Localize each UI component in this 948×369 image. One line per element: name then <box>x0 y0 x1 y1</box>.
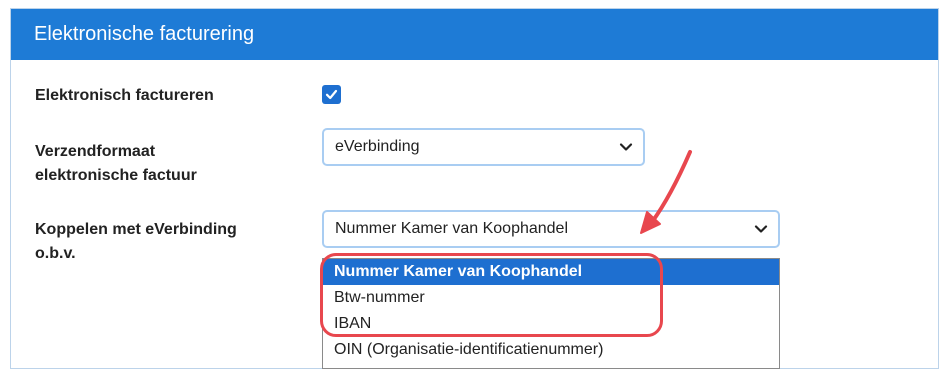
checkmark-icon <box>325 89 338 100</box>
link-by-label: Koppelen met eVerbinding o.b.v. <box>35 218 237 266</box>
chevron-down-icon <box>754 212 768 246</box>
link-by-select[interactable]: Nummer Kamer van Koophandel <box>322 210 780 248</box>
electronic-invoicing-label: Elektronisch factureren <box>35 87 214 104</box>
link-by-value: Nummer Kamer van Koophandel <box>335 220 569 237</box>
chevron-down-icon <box>619 130 633 164</box>
send-format-label: Verzendformaat elektronische factuur <box>35 140 197 188</box>
panel-title: Elektronische facturering <box>11 9 938 60</box>
send-format-label-line1: Verzendformaat <box>35 143 156 160</box>
link-by-label-line2: o.b.v. <box>35 245 76 262</box>
dropdown-option-btw[interactable]: Btw-nummer <box>323 285 779 311</box>
send-format-label-line2: elektronische factuur <box>35 167 197 184</box>
electronic-invoicing-checkbox[interactable] <box>322 85 341 104</box>
link-by-label-line1: Koppelen met eVerbinding <box>35 221 237 238</box>
send-format-select[interactable]: eVerbinding <box>322 128 645 166</box>
dropdown-option-iban[interactable]: IBAN <box>323 311 779 337</box>
dropdown-option-kvk[interactable]: Nummer Kamer van Koophandel <box>323 259 779 285</box>
link-by-dropdown-list: Nummer Kamer van Koophandel Btw-nummer I… <box>322 258 780 369</box>
dropdown-option-oin[interactable]: OIN (Organisatie-identificatienummer) <box>323 337 779 363</box>
send-format-value: eVerbinding <box>335 138 420 155</box>
